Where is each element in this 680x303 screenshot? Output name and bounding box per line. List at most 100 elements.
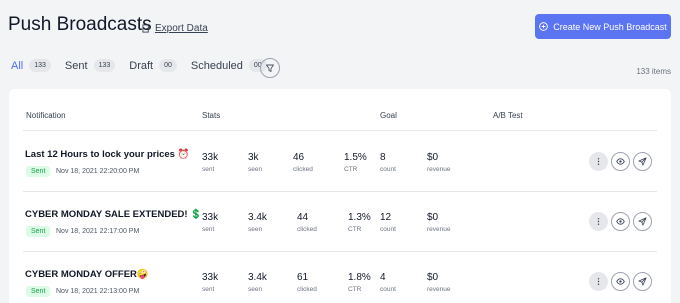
create-push-broadcast-button[interactable]: Create New Push Broadcast <box>535 14 671 39</box>
stat-ctr: 1.5% CTR <box>344 152 367 173</box>
header-stats: Stats <box>202 111 221 120</box>
send-button[interactable] <box>633 212 652 231</box>
tab-sent[interactable]: Sent 133 <box>64 59 116 72</box>
stat-label: sent <box>202 166 215 173</box>
tab-scheduled[interactable]: Scheduled 00 <box>191 59 267 72</box>
tab-label: Sent <box>64 59 88 72</box>
stat-clicked: 46 clicked <box>293 152 313 173</box>
stat-value: $0 <box>427 152 439 163</box>
stat-ctr: 1.3% CTR <box>348 212 371 233</box>
goal-revenue: $0 revenue <box>427 272 451 293</box>
stat-value: 12 <box>380 212 392 223</box>
stat-seen: 3.4k seen <box>248 212 267 233</box>
tab-count: 133 <box>29 59 51 72</box>
goal-count: 8 count <box>380 152 396 173</box>
send-icon <box>638 157 647 166</box>
header-notification: Notification <box>26 111 66 120</box>
stat-seen: 3k seen <box>248 152 262 173</box>
stat-label: seen <box>248 286 263 293</box>
stat-seen: 3.4k seen <box>248 272 267 293</box>
stat-value: 3.4k <box>248 272 267 283</box>
notification-title: CYBER MONDAY OFFER🤪 <box>25 269 149 280</box>
stat-label: seen <box>248 226 263 233</box>
stat-value: 33k <box>202 152 219 163</box>
header-ab-test: A/B Test <box>493 111 523 120</box>
table-row[interactable]: CYBER MONDAY OFFER🤪 Sent Nov 18, 2021 22… <box>9 251 671 303</box>
stat-value: $0 <box>427 272 439 283</box>
stat-value: 61 <box>297 272 309 283</box>
stat-sent: 33k sent <box>202 212 218 233</box>
tab-label: Draft <box>129 59 154 72</box>
tab-draft[interactable]: Draft 00 <box>129 59 177 72</box>
stat-value: 1.5% <box>344 152 367 163</box>
stat-label: count <box>380 226 396 233</box>
sent-date: Nov 18, 2021 22:20:00 PM <box>56 168 140 175</box>
export-data-label: Export Data <box>155 23 208 34</box>
stat-label: sent <box>202 226 215 233</box>
goal-count: 12 count <box>380 212 396 233</box>
stat-label: revenue <box>427 226 451 233</box>
stat-label: CTR <box>348 226 362 233</box>
tab-label: All <box>11 59 24 72</box>
filter-button[interactable] <box>260 58 280 78</box>
table-header: Notification Stats Goal A/B Test <box>9 89 671 131</box>
goal-revenue: $0 revenue <box>427 212 451 233</box>
stat-value: 33k <box>202 272 219 283</box>
page-title: Push Broadcasts <box>8 14 152 35</box>
export-icon <box>142 24 151 33</box>
stat-sent: 33k sent <box>202 152 218 173</box>
send-button[interactable] <box>633 272 652 291</box>
status-badge: Sent <box>26 286 51 297</box>
more-icon <box>597 278 600 285</box>
tab-count: 00 <box>159 59 177 72</box>
send-icon <box>638 217 647 226</box>
stat-value: 46 <box>293 152 305 163</box>
tab-count: 133 <box>93 59 116 72</box>
more-options-button[interactable] <box>589 152 608 171</box>
export-data-link[interactable]: Export Data <box>142 23 208 34</box>
stat-clicked: 44 clicked <box>297 212 317 233</box>
broadcasts-table: Notification Stats Goal A/B Test Last 12… <box>9 89 671 303</box>
stat-value: 33k <box>202 212 219 223</box>
stat-value: 1.8% <box>348 272 371 283</box>
goal-revenue: $0 revenue <box>427 152 451 173</box>
status-badge: Sent <box>26 166 51 177</box>
stat-value: 4 <box>380 272 386 283</box>
send-button[interactable] <box>633 152 652 171</box>
stat-label: count <box>380 286 396 293</box>
view-button[interactable] <box>611 272 630 291</box>
sent-date: Nov 18, 2021 22:13:00 PM <box>56 288 140 295</box>
stat-value: 1.3% <box>348 212 371 223</box>
stat-label: sent <box>202 286 215 293</box>
stat-label: CTR <box>348 286 362 293</box>
table-row[interactable]: CYBER MONDAY SALE EXTENDED! 💲 Sent Nov 1… <box>9 191 671 251</box>
stat-sent: 33k sent <box>202 272 218 293</box>
tab-label: Scheduled <box>190 59 243 72</box>
more-icon <box>597 218 600 225</box>
more-options-button[interactable] <box>589 272 608 291</box>
plus-circle-icon <box>539 22 549 31</box>
view-button[interactable] <box>611 152 630 171</box>
stat-label: clicked <box>293 166 313 173</box>
more-options-button[interactable] <box>589 212 608 231</box>
stat-value: $0 <box>427 212 439 223</box>
table-row[interactable]: Last 12 Hours to lock your prices ⏰ Sent… <box>9 131 671 191</box>
view-button[interactable] <box>611 212 630 231</box>
sent-date: Nov 18, 2021 22:17:00 PM <box>56 228 140 235</box>
stat-label: count <box>380 166 396 173</box>
send-icon <box>638 277 647 286</box>
goal-count: 4 count <box>380 272 396 293</box>
create-button-label: Create New Push Broadcast <box>553 21 667 32</box>
notification-title: Last 12 Hours to lock your prices ⏰ <box>25 149 190 160</box>
eye-icon <box>616 218 625 225</box>
eye-icon <box>616 158 625 165</box>
stat-ctr: 1.8% CTR <box>348 272 371 293</box>
tab-all[interactable]: All 133 <box>11 59 51 72</box>
eye-icon <box>616 278 625 285</box>
stat-value: 3k <box>248 152 259 163</box>
stat-value: 8 <box>380 152 386 163</box>
stat-value: 44 <box>297 212 309 223</box>
stat-clicked: 61 clicked <box>297 272 317 293</box>
more-icon <box>597 158 600 165</box>
status-tabs: All 133 Sent 133 Draft 00 Scheduled 00 <box>11 59 281 72</box>
